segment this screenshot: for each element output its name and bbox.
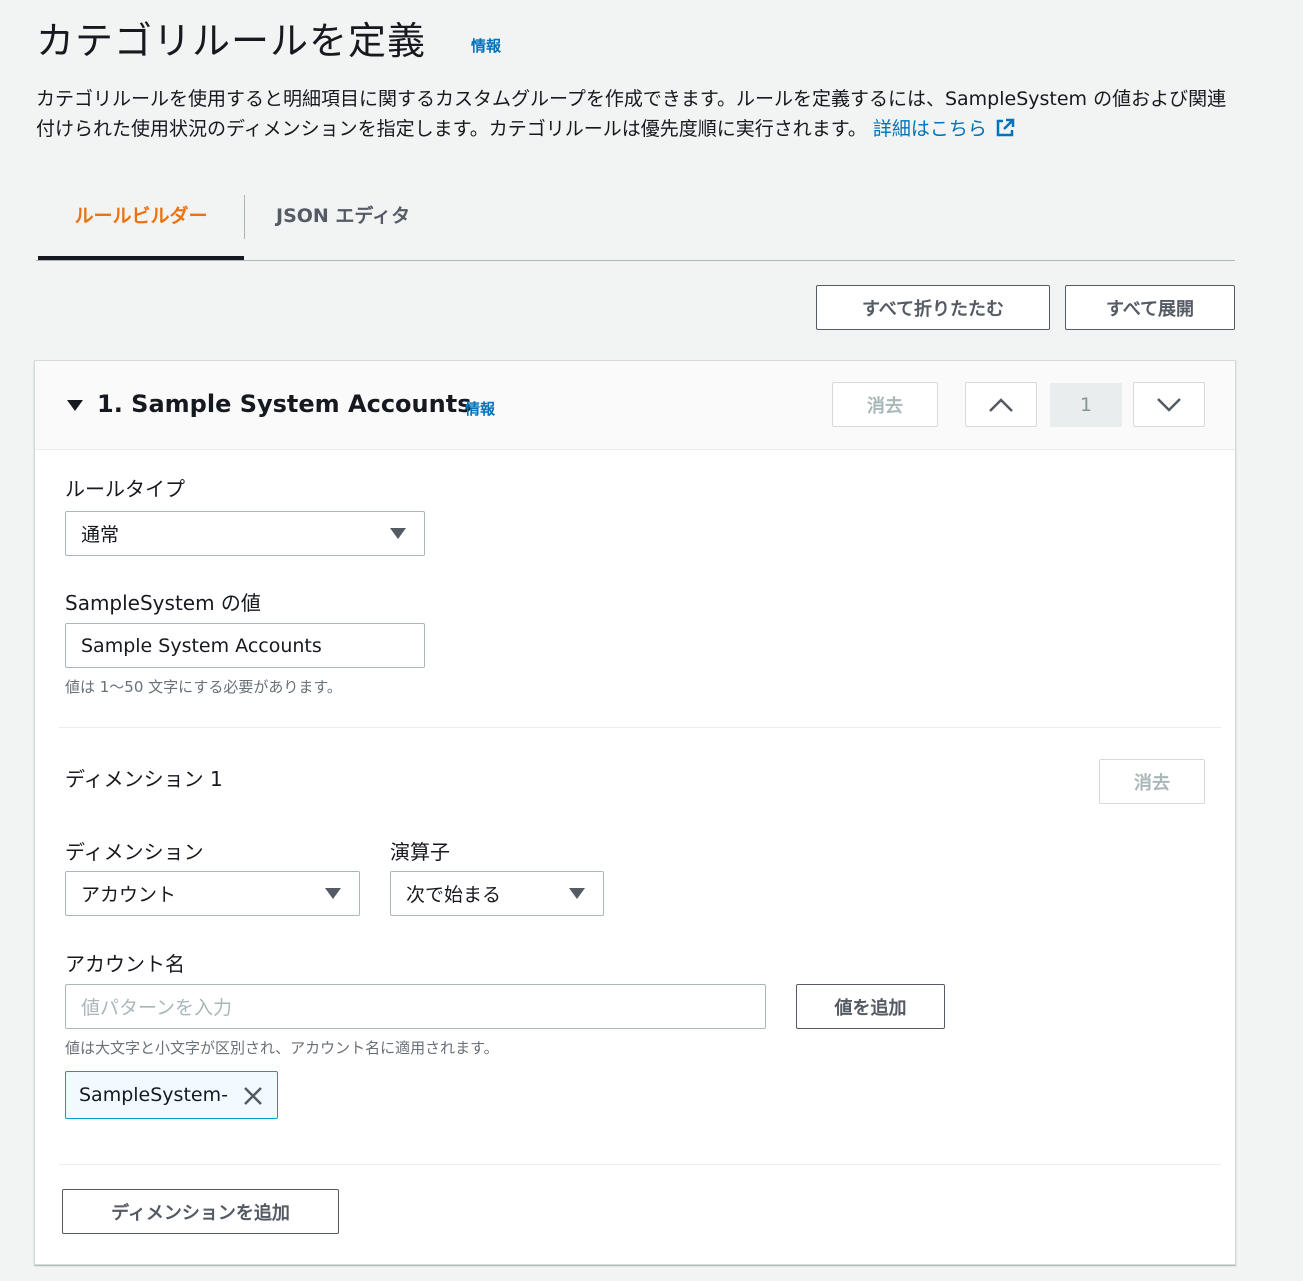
value-input-text: Sample System Accounts [81,634,322,657]
collapse-caret-icon[interactable] [67,400,83,411]
account-pattern-input[interactable]: 値パターンを入力 [65,984,766,1029]
operator-select[interactable]: 次で始まる [390,871,604,916]
account-hint: 値は大文字と小文字が区別され、アカウント名に適用されます。 [65,1039,499,1057]
account-pattern-placeholder: 値パターンを入力 [81,997,233,1019]
move-up-button[interactable] [965,382,1037,427]
learn-more-link[interactable]: 詳細はこちら [873,118,1015,140]
tab-json-editor[interactable]: JSON エディタ [276,190,410,260]
page-description: カテゴリルールを使用すると明細項目に関するカスタムグループを作成できます。ルール… [36,84,1236,144]
expand-all-button[interactable]: すべて展開 [1065,285,1235,330]
section-divider [59,1164,1221,1165]
rule-type-label: ルールタイプ [65,477,185,501]
add-dimension-button[interactable]: ディメンションを追加 [62,1189,339,1234]
page-title: カテゴリルールを定義 [36,19,427,63]
caret-down-icon [325,888,341,899]
tab-rule-builder[interactable]: ルールビルダー [38,190,244,260]
learn-more-label: 詳細はこちら [872,118,987,140]
value-token: SampleSystem- [65,1071,278,1119]
value-label: SampleSystem の値 [65,591,261,615]
rule-delete-button[interactable]: 消去 [832,382,938,427]
dimension-select[interactable]: アカウント [65,871,360,916]
rule-title: 1. Sample System Accounts [97,390,472,418]
operator-value: 次で始まる [406,884,502,906]
token-label: SampleSystem- [79,1084,228,1106]
move-down-button[interactable] [1133,382,1205,427]
tab-divider [244,195,245,239]
dimension-value: アカウント [81,884,177,906]
add-value-button[interactable]: 値を追加 [796,984,945,1029]
rule-panel-header: 1. Sample System Accounts 情報 消去 1 [35,361,1235,450]
dimension-label: ディメンション [65,840,204,864]
value-input[interactable]: Sample System Accounts [65,623,425,668]
dimension-title: ディメンション 1 [65,767,223,791]
value-hint: 値は 1〜50 文字にする必要があります。 [65,678,342,696]
rule-order-number: 1 [1050,383,1122,427]
section-divider [59,727,1221,728]
info-link[interactable]: 情報 [471,35,501,56]
description-text: カテゴリルールを使用すると明細項目に関するカスタムグループを作成できます。ルール… [36,88,1227,140]
tab-bar: ルールビルダー JSON エディタ [36,190,1235,261]
rule-info-link[interactable]: 情報 [465,398,495,419]
rule-type-select[interactable]: 通常 [65,511,425,556]
caret-down-icon [569,888,585,899]
rule-type-value: 通常 [81,524,120,546]
account-name-label: アカウント名 [65,952,185,976]
chevron-up-icon [989,397,1013,412]
external-link-icon [996,118,1015,137]
rule-panel: 1. Sample System Accounts 情報 消去 1 ルールタイプ… [34,360,1236,1265]
operator-label: 演算子 [390,840,450,864]
close-icon[interactable] [241,1084,265,1108]
caret-down-icon [390,528,406,539]
collapse-all-button[interactable]: すべて折りたたむ [816,285,1050,330]
chevron-down-icon [1157,397,1181,412]
dimension-delete-button[interactable]: 消去 [1099,759,1205,804]
